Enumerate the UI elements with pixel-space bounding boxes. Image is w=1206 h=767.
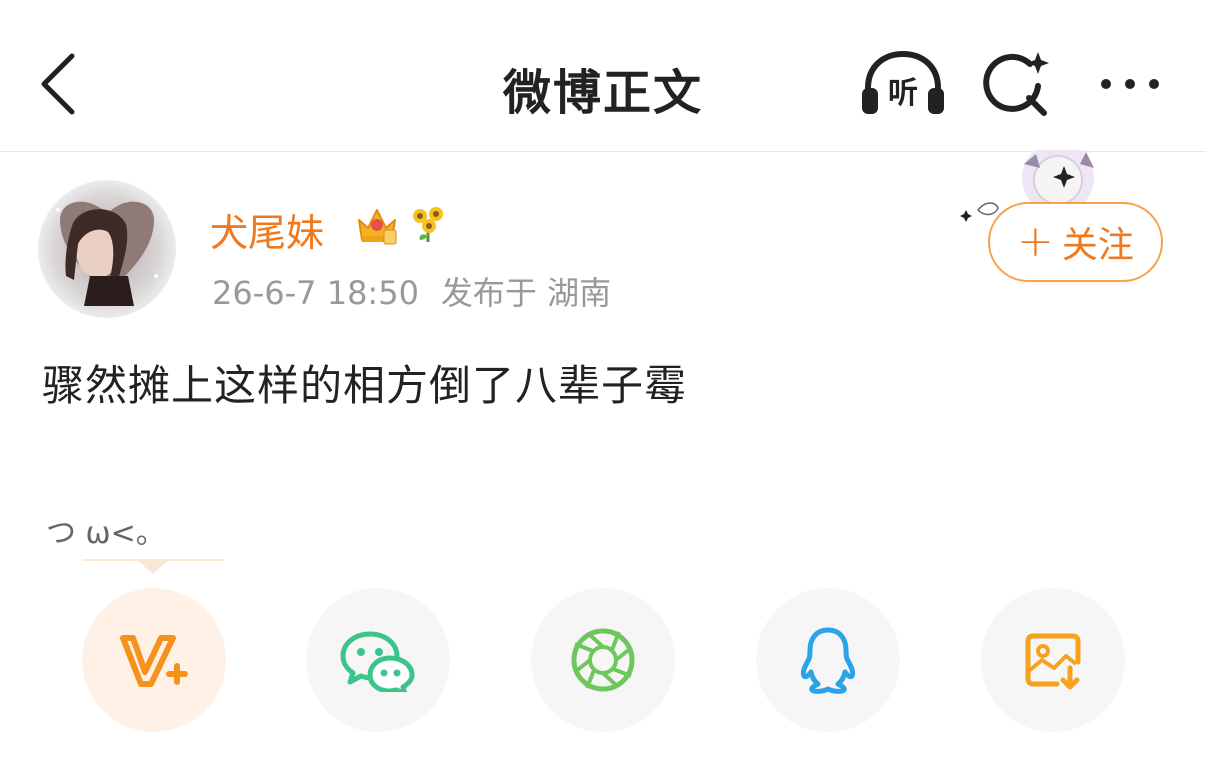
post-text: 骤然摊上这样的相方倒了八辈子霉 — [42, 361, 688, 410]
more-dot-icon — [1101, 79, 1111, 89]
more-dot-icon — [1149, 79, 1159, 89]
follow-label: 关注 — [1061, 225, 1134, 266]
author-name[interactable]: 犬尾妹 — [210, 202, 324, 257]
wechat-icon — [340, 631, 415, 692]
post-meta: 26-6-7 18:50 发布于 湖南 — [212, 268, 611, 314]
share-wechat-button[interactable] — [306, 588, 450, 732]
share-save-image-button[interactable] — [981, 588, 1125, 732]
share-qq-button[interactable] — [756, 588, 900, 732]
share-moments-button[interactable] — [531, 588, 675, 732]
qq-icon — [800, 627, 856, 694]
top-nav-bar: 微博正文 听 — [0, 0, 1206, 152]
post-kaomoji: つ ω<。 — [46, 516, 166, 551]
follow-button[interactable]: + 关注 — [988, 202, 1163, 282]
avatar-image — [38, 180, 176, 318]
follow-plus-icon: + — [1017, 216, 1054, 267]
more-options-button[interactable] — [1090, 62, 1170, 106]
post-location: 发布于 湖南 — [440, 274, 612, 312]
search-button[interactable] — [982, 50, 1052, 120]
author-avatar[interactable] — [38, 180, 176, 318]
listen-button[interactable]: 听 — [860, 48, 946, 120]
v-plus-icon — [120, 635, 188, 687]
listen-label: 听 — [888, 76, 918, 111]
moments-icon — [571, 628, 635, 692]
search-sparkle-icon — [983, 52, 1049, 116]
post-timestamp: 26-6-7 18:50 — [212, 274, 419, 312]
share-vplus-button[interactable] — [82, 588, 226, 732]
share-pointer — [137, 560, 169, 574]
crown-badge-icon — [358, 209, 397, 245]
more-dot-icon — [1125, 79, 1135, 89]
sunflower-badge-icon — [413, 207, 443, 242]
save-image-icon — [1025, 633, 1081, 690]
